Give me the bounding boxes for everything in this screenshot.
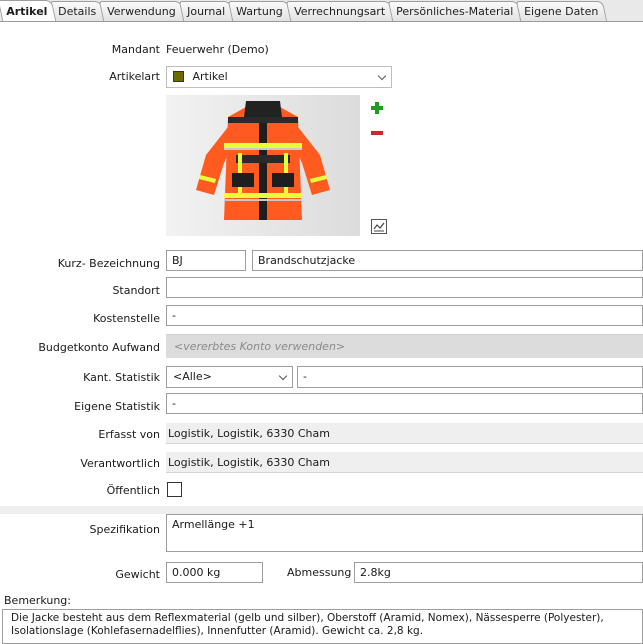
image-edit-icon xyxy=(373,222,385,232)
gewicht-input[interactable]: 0.000 kg xyxy=(166,562,263,583)
tab-details[interactable]: Details xyxy=(50,1,106,21)
section-divider xyxy=(0,506,643,514)
kostenstelle-input[interactable]: - xyxy=(166,305,643,326)
erfasst-von-value: Logistik, Logistik, 6330 Cham xyxy=(166,423,643,444)
mandant-value: Feuerwehr (Demo) xyxy=(166,43,269,56)
kant-statistik-select-value: <Alle> xyxy=(173,370,212,383)
tab-label: Artikel xyxy=(6,4,48,18)
standort-label: Standort xyxy=(112,284,160,297)
article-image xyxy=(166,95,360,236)
spezifikation-textarea[interactable]: Armellänge +1 xyxy=(166,514,643,552)
kurz-bezeichnung-label: Kurz- Bezeichnung xyxy=(57,257,160,270)
verantwortlich-value: Logistik, Logistik, 6330 Cham xyxy=(166,452,643,473)
tab-label: Details xyxy=(58,5,97,18)
kant-statistik-select[interactable]: <Alle> xyxy=(166,366,293,388)
oeffentlich-checkbox[interactable] xyxy=(167,482,182,497)
bemerkung-line: Die Jacke besteht aus dem Reflexmaterial… xyxy=(11,612,604,624)
budgetkonto-label: Budgetkonto Aufwand xyxy=(38,341,160,354)
verantwortlich-label: Verantwortlich xyxy=(80,457,160,470)
mandant-label: Mandant xyxy=(111,43,160,56)
gewicht-label: Gewicht xyxy=(115,568,160,581)
eigene-statistik-input[interactable]: - xyxy=(166,393,643,414)
tab-verwendung[interactable]: Verwendung xyxy=(99,1,186,21)
tab-wartung[interactable]: Wartung xyxy=(227,1,292,21)
artikelart-swatch xyxy=(173,71,184,82)
oeffentlich-label: Öffentlich xyxy=(106,484,160,497)
add-image-button[interactable] xyxy=(370,101,384,115)
bemerkung-line: Isolationslage (Kohlefasernadelflies), I… xyxy=(11,625,424,637)
abmessung-input[interactable]: 2.8kg xyxy=(354,562,643,583)
standort-input[interactable] xyxy=(166,277,643,298)
remove-image-button[interactable] xyxy=(370,128,384,138)
tab-label: Verrechnungsart xyxy=(293,5,385,18)
jacket-photo xyxy=(166,95,360,236)
plus-icon xyxy=(371,102,383,114)
artikelart-value: Artikel xyxy=(192,70,228,83)
budgetkonto-field[interactable]: <vererbtes Konto verwenden> xyxy=(166,334,643,358)
bezeichnung-input[interactable]: Brandschutzjacke xyxy=(252,250,643,271)
tab-persoenliches-material[interactable]: Persönliches-Material xyxy=(387,1,523,21)
chevron-down-icon xyxy=(278,371,288,381)
minus-icon xyxy=(371,131,383,135)
bemerkung-textarea[interactable]: Die Jacke besteht aus dem Reflexmaterial… xyxy=(2,609,643,644)
tab-label: Verwendung xyxy=(107,5,177,18)
tab-bar: Artikel Details Verwendung Journal Wartu… xyxy=(0,0,643,22)
tab-verrechnungsart[interactable]: Verrechnungsart xyxy=(285,1,394,21)
kurz-code-input[interactable]: BJ xyxy=(166,250,246,271)
tab-label: Persönliches-Material xyxy=(395,5,514,18)
edit-image-button[interactable] xyxy=(371,219,387,234)
abmessung-label: Abmessung xyxy=(287,566,352,579)
kostenstelle-label: Kostenstelle xyxy=(93,312,160,325)
erfasst-von-label: Erfasst von xyxy=(98,428,160,441)
artikelart-label: Artikelart xyxy=(109,70,160,83)
spezifikation-label: Spezifikation xyxy=(89,523,160,536)
eigene-statistik-label: Eigene Statistik xyxy=(74,400,160,413)
tab-label: Eigene Daten xyxy=(524,5,599,18)
chevron-down-icon xyxy=(377,71,387,81)
tab-artikel[interactable]: Artikel xyxy=(0,0,57,21)
bemerkung-label: Bemerkung: xyxy=(4,594,71,607)
kant-statistik-input[interactable]: - xyxy=(297,366,643,388)
kant-statistik-label: Kant. Statistik xyxy=(83,371,160,384)
tab-journal[interactable]: Journal xyxy=(178,1,235,21)
budgetkonto-placeholder: <vererbtes Konto verwenden> xyxy=(174,340,346,353)
artikelart-select[interactable]: Artikel xyxy=(166,66,392,88)
tab-label: Wartung xyxy=(236,5,283,18)
tab-label: Journal xyxy=(187,5,226,18)
tab-eigene-daten[interactable]: Eigene Daten xyxy=(515,1,608,21)
